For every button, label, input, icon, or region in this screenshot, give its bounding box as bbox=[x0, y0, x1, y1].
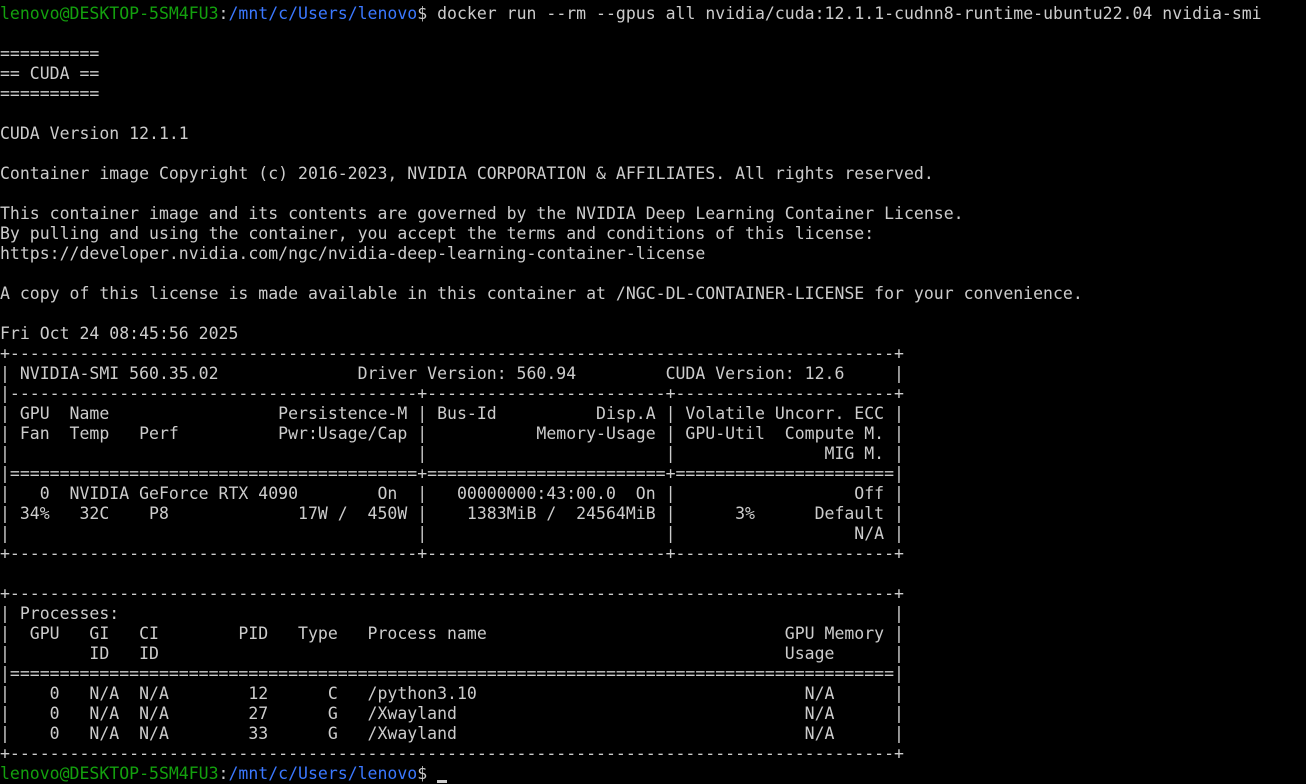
gpu-row-1: | 0 NVIDIA GeForce RTX 4090 On | 0000000… bbox=[0, 484, 904, 503]
gpu-row-2: | 34% 32C P8 17W / 450W | 1383MiB / 2456… bbox=[0, 504, 904, 523]
final-prompt-path: /mnt/c/Users/lenovo bbox=[228, 764, 418, 783]
license-url: https://developer.nvidia.com/ngc/nvidia-… bbox=[0, 244, 706, 263]
prompt-path: /mnt/c/Users/lenovo bbox=[228, 4, 418, 23]
process-row-2: | 0 N/A N/A 27 G /Xwayland N/A | bbox=[0, 704, 904, 723]
processes-header-2: | ID ID Usage | bbox=[0, 644, 904, 663]
processes-header-1: | GPU GI CI PID Type Process name GPU Me… bbox=[0, 624, 904, 643]
final-prompt-line[interactable]: lenovo@DESKTOP-5SM4FU3:/mnt/c/Users/leno… bbox=[0, 764, 448, 784]
final-prompt-user-host: lenovo@DESKTOP-5SM4FU3 bbox=[0, 764, 219, 783]
terminal-window[interactable]: lenovo@DESKTOP-5SM4FU3:/mnt/c/Users/leno… bbox=[0, 0, 1306, 784]
license-copy-text: A copy of this license is made available… bbox=[0, 284, 1083, 303]
final-prompt-separator: : bbox=[218, 764, 229, 783]
processes-border-bottom: +---------------------------------------… bbox=[0, 744, 904, 763]
command-prompt-line: lenovo@DESKTOP-5SM4FU3:/mnt/c/Users/leno… bbox=[0, 4, 1262, 24]
smi-equals-separator: |=======================================… bbox=[0, 464, 904, 483]
processes-title: | Processes: | bbox=[0, 604, 904, 623]
smi-border-bottom: +---------------------------------------… bbox=[0, 544, 904, 563]
banner-rule-top: ========== bbox=[0, 44, 100, 63]
prompt-separator: : bbox=[218, 4, 229, 23]
smi-column-header-3: | | | MIG M. | bbox=[0, 444, 904, 463]
cuda-version-text: CUDA Version 12.1.1 bbox=[0, 124, 189, 143]
banner-title: == CUDA == bbox=[0, 64, 100, 83]
smi-column-header-1: | GPU Name Persistence-M | Bus-Id Disp.A… bbox=[0, 404, 904, 423]
command-text: docker run --rm --gpus all nvidia/cuda:1… bbox=[437, 4, 1262, 23]
process-row-3: | 0 N/A N/A 33 G /Xwayland N/A | bbox=[0, 724, 904, 743]
final-prompt-symbol: $ bbox=[417, 764, 438, 783]
processes-equals-separator: |=======================================… bbox=[0, 664, 904, 683]
processes-border-top: +---------------------------------------… bbox=[0, 584, 904, 603]
copyright-text: Container image Copyright (c) 2016-2023,… bbox=[0, 164, 934, 183]
prompt-symbol: $ bbox=[417, 4, 438, 23]
smi-border-top: +---------------------------------------… bbox=[0, 344, 904, 363]
timestamp: Fri Oct 24 08:45:56 2025 bbox=[0, 324, 239, 343]
gpu-row-3: | | | N/A | bbox=[0, 524, 904, 543]
smi-separator: |---------------------------------------… bbox=[0, 384, 904, 403]
text-cursor bbox=[437, 780, 448, 783]
license-text-2: By pulling and using the container, you … bbox=[0, 224, 875, 243]
prompt-user-host: lenovo@DESKTOP-5SM4FU3 bbox=[0, 4, 219, 23]
process-row-1: | 0 N/A N/A 12 C /python3.10 N/A | bbox=[0, 684, 904, 703]
banner-rule-bottom: ========== bbox=[0, 84, 100, 103]
license-text-1: This container image and its contents ar… bbox=[0, 204, 964, 223]
smi-column-header-2: | Fan Temp Perf Pwr:Usage/Cap | Memory-U… bbox=[0, 424, 904, 443]
smi-header-line: | NVIDIA-SMI 560.35.02 Driver Version: 5… bbox=[0, 364, 904, 383]
